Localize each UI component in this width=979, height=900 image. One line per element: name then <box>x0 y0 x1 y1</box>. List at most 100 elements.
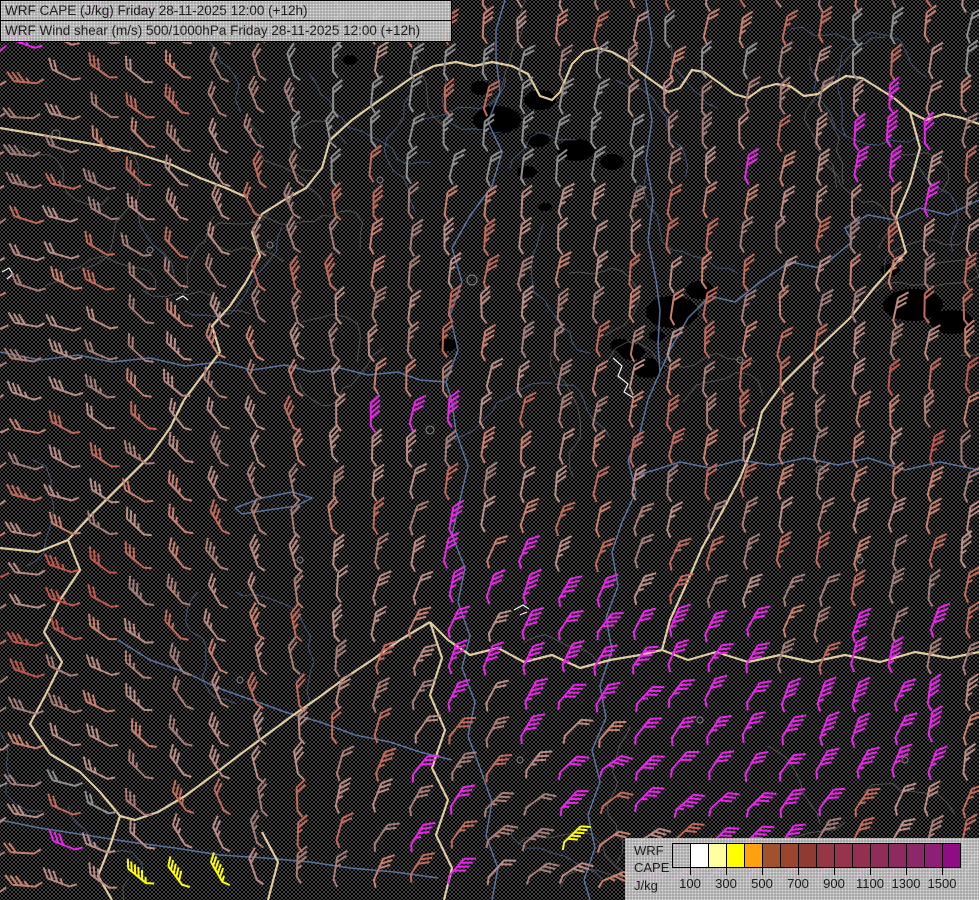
wind-barb <box>634 755 665 781</box>
wind-barb <box>251 218 267 257</box>
stream-line <box>909 161 959 252</box>
wind-barb <box>853 535 872 572</box>
wind-barb <box>665 216 680 255</box>
wind-barb <box>891 534 908 572</box>
wind-barb <box>633 572 657 606</box>
wind-barb <box>372 570 392 606</box>
wind-barb <box>965 181 979 220</box>
wind-barb <box>557 216 569 256</box>
wind-barb <box>285 215 302 254</box>
wind-barb <box>924 252 936 291</box>
wind-barb <box>851 285 867 323</box>
wind-barb <box>287 358 304 397</box>
stream-line <box>809 56 921 146</box>
wind-barb <box>283 77 301 115</box>
wind-barb <box>249 429 266 468</box>
wind-barb <box>0 151 5 155</box>
wind-barb <box>593 0 600 11</box>
wind-barb <box>707 499 728 534</box>
wind-barb <box>775 0 783 8</box>
wind-barb <box>960 530 973 569</box>
wind-barb <box>332 79 343 118</box>
legend-color-cell <box>924 843 943 868</box>
wind-barb <box>965 218 979 257</box>
wind-barb <box>257 777 269 817</box>
terrain-contour <box>682 372 764 403</box>
wind-barb <box>664 0 671 11</box>
wind-barb <box>369 394 381 433</box>
wind-barb <box>781 714 807 745</box>
wind-barb <box>926 465 945 503</box>
wind-barb <box>483 461 498 500</box>
wind-barb <box>815 215 832 253</box>
wind-barb <box>814 45 832 82</box>
wind-barb <box>370 254 386 293</box>
wind-barb <box>335 672 353 710</box>
wind-barb <box>558 390 574 429</box>
wind-barb <box>927 705 944 743</box>
wind-barb <box>371 285 388 324</box>
wind-barb <box>447 605 471 639</box>
wind-barb <box>292 427 306 467</box>
wind-barb <box>164 226 189 259</box>
wind-barb <box>962 742 977 781</box>
wind-barb <box>483 218 496 257</box>
wind-barb <box>328 215 341 255</box>
wind-barb <box>673 793 706 819</box>
wind-barb <box>48 57 81 81</box>
wind-barb <box>126 367 152 398</box>
wind-barb <box>128 749 154 780</box>
legend-color-cell <box>942 843 961 868</box>
wind-barb <box>850 465 868 503</box>
wind-barb <box>702 181 718 219</box>
legend-color-cell <box>852 843 871 868</box>
wind-barb <box>668 537 692 571</box>
wind-barb <box>554 535 573 572</box>
wind-barb <box>0 603 7 610</box>
wind-barb <box>0 850 6 857</box>
city-outline <box>901 756 909 764</box>
wind-barb <box>82 267 115 291</box>
wind-barb <box>249 809 264 849</box>
wind-barb <box>850 569 867 607</box>
wind-barb <box>856 746 880 779</box>
wind-barb <box>485 569 506 605</box>
wind-barb <box>85 402 115 430</box>
wind-barb <box>4 874 43 888</box>
wind-barb <box>8 242 45 262</box>
wind-barb <box>853 145 870 183</box>
wind-barb <box>666 357 682 396</box>
wind-barb <box>411 754 440 783</box>
wind-barb <box>84 373 116 399</box>
wind-barb <box>739 0 747 8</box>
wind-barb <box>741 496 759 533</box>
wind-barb <box>627 41 639 81</box>
wind-barb <box>409 218 424 257</box>
wind-barb <box>667 109 679 149</box>
wind-barb <box>632 10 650 48</box>
wind-barb <box>964 144 978 184</box>
wind-barb <box>124 650 152 679</box>
wind-barb <box>125 156 152 187</box>
wind-barb <box>123 439 155 465</box>
wind-barb <box>963 466 979 503</box>
wind-barb <box>168 503 194 535</box>
wind-barb <box>854 787 881 818</box>
wind-barb <box>83 338 118 361</box>
wind-barb <box>10 272 47 292</box>
terrain-contour <box>767 745 821 825</box>
city-outline <box>425 425 435 435</box>
wind-barb <box>287 636 301 675</box>
legend-tick-label: 900 <box>823 876 845 891</box>
wind-barb <box>43 240 80 260</box>
wind-barb <box>520 184 533 224</box>
wind-barb <box>4 520 42 537</box>
wind-barb <box>519 466 536 504</box>
wind-barb <box>164 83 190 115</box>
river <box>234 491 313 515</box>
wind-barb <box>251 42 267 82</box>
wind-barb <box>630 145 645 184</box>
wind-barb <box>123 617 154 644</box>
river <box>844 199 979 243</box>
wind-barb <box>407 289 422 328</box>
